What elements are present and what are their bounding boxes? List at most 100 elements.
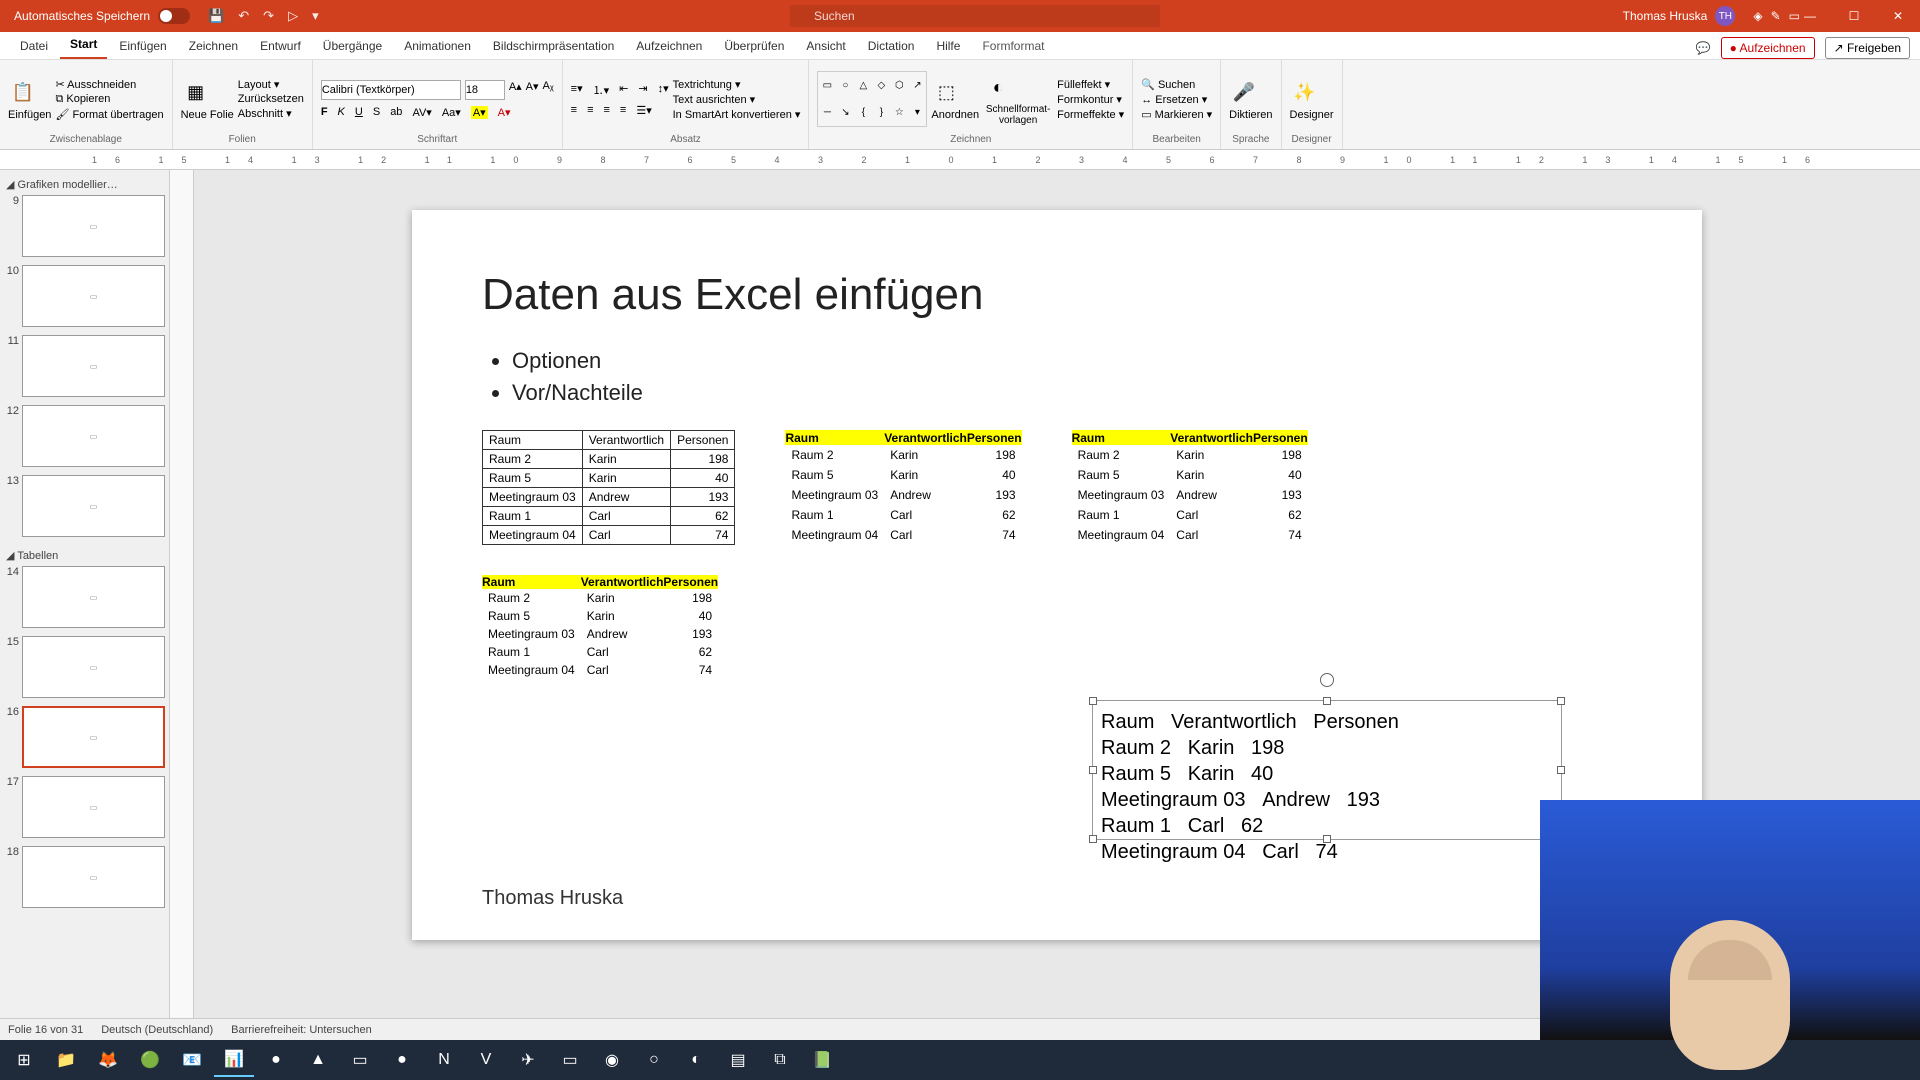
comments-icon[interactable]: 💬 xyxy=(1696,41,1711,55)
resize-handle[interactable] xyxy=(1323,835,1331,843)
slide-thumb-14[interactable]: 14▭ xyxy=(4,566,165,628)
shadow-button[interactable]: ab xyxy=(390,106,402,119)
slide-title[interactable]: Daten aus Excel einfügen xyxy=(482,270,1632,320)
indent-dec-button[interactable]: ⇤ xyxy=(619,82,628,98)
taskbar-app1[interactable]: ● xyxy=(256,1043,296,1077)
user-avatar[interactable]: TH xyxy=(1715,6,1735,26)
table-yellow-3[interactable]: RaumVerantwortlichPersonenRaum 2Karin198… xyxy=(482,575,718,679)
taskbar-outlook[interactable]: 📧 xyxy=(172,1043,212,1077)
autosave-toggle[interactable] xyxy=(158,8,190,24)
clear-format-icon[interactable]: Aᵪ xyxy=(543,80,554,100)
taskbar-vlc[interactable]: ▲ xyxy=(298,1043,338,1077)
tab-einfuegen[interactable]: Einfügen xyxy=(109,33,176,59)
smartart-button[interactable]: In SmartArt konvertieren ▾ xyxy=(673,108,801,121)
linespace-button[interactable]: ↕▾ xyxy=(658,82,669,98)
find-button[interactable]: 🔍 Suchen xyxy=(1141,78,1195,91)
start-show-icon[interactable]: ▷ xyxy=(288,8,298,24)
align-center-button[interactable]: ≡ xyxy=(587,104,593,117)
more-qat-icon[interactable]: ▾ xyxy=(312,8,319,24)
bullet-2[interactable]: Vor/Nachteile xyxy=(512,380,1632,406)
table-bordered[interactable]: RaumVerantwortlichPersonenRaum 2Karin198… xyxy=(482,430,735,545)
fill-button[interactable]: Fülleffekt ▾ xyxy=(1057,78,1110,91)
font-select[interactable] xyxy=(321,80,461,100)
selected-textbox[interactable]: Raum Verantwortlich PersonenRaum 2 Karin… xyxy=(1092,700,1562,840)
maximize-button[interactable]: ☐ xyxy=(1832,0,1876,32)
dictate-label[interactable]: Diktieren xyxy=(1229,109,1272,121)
section-label-1[interactable]: ◢ Grafiken modellier… xyxy=(4,174,165,195)
quickstyle-icon[interactable]: ◐ xyxy=(983,72,1013,102)
taskbar-app8[interactable]: ⧉ xyxy=(760,1043,800,1077)
redo-icon[interactable]: ↷ xyxy=(263,8,274,24)
start-button[interactable]: ⊞ xyxy=(4,1043,44,1077)
slide-thumb-12[interactable]: 12▭ xyxy=(4,405,165,467)
shrink-font-icon[interactable]: A▾ xyxy=(526,80,539,100)
taskbar-excel[interactable]: 📗 xyxy=(802,1043,842,1077)
table-yellow-1[interactable]: RaumVerantwortlichPersonenRaum 2Karin198… xyxy=(785,430,1021,545)
resize-handle[interactable] xyxy=(1323,697,1331,705)
indent-inc-button[interactable]: ⇥ xyxy=(638,82,647,98)
fontcolor-button[interactable]: A▾ xyxy=(498,106,511,119)
format-painter-button[interactable]: 🖌 Format übertragen xyxy=(55,108,163,121)
numbering-button[interactable]: ⒈▾ xyxy=(593,82,610,98)
taskbar-app2[interactable]: ▭ xyxy=(340,1043,380,1077)
close-button[interactable]: ✕ xyxy=(1876,0,1920,32)
designer-label[interactable]: Designer xyxy=(1290,109,1334,121)
layout-button[interactable]: Layout ▾ xyxy=(238,78,280,91)
taskbar-app7[interactable]: ▤ xyxy=(718,1043,758,1077)
slide-thumb-11[interactable]: 11▭ xyxy=(4,335,165,397)
diamond-icon[interactable]: ◈ xyxy=(1753,9,1762,23)
table-yellow-2[interactable]: RaumVerantwortlichPersonenRaum 2Karin198… xyxy=(1072,430,1308,545)
slide-thumb-18[interactable]: 18▭ xyxy=(4,846,165,908)
effects-button[interactable]: Formeffekte ▾ xyxy=(1057,108,1124,121)
tab-ansicht[interactable]: Ansicht xyxy=(796,33,855,59)
paste-label[interactable]: Einfügen xyxy=(8,109,51,121)
strike-button[interactable]: S xyxy=(373,106,380,119)
taskbar-obs[interactable]: ◉ xyxy=(592,1043,632,1077)
underline-button[interactable]: U xyxy=(355,106,363,119)
minimize-button[interactable]: — xyxy=(1788,0,1832,32)
slide-counter[interactable]: Folie 16 von 31 xyxy=(8,1024,83,1036)
tab-uebergaenge[interactable]: Übergänge xyxy=(313,33,392,59)
textalign-button[interactable]: Text ausrichten ▾ xyxy=(673,93,756,106)
tab-hilfe[interactable]: Hilfe xyxy=(926,33,970,59)
taskbar-app5[interactable]: ○ xyxy=(634,1043,674,1077)
tab-datei[interactable]: Datei xyxy=(10,33,58,59)
size-select[interactable] xyxy=(465,80,505,100)
shapes-gallery[interactable]: ▭○△◇⬡↗─↘{}☆▾ xyxy=(817,71,927,127)
section-label-2[interactable]: ◢ Tabellen xyxy=(4,545,165,566)
taskbar-app3[interactable]: ● xyxy=(382,1043,422,1077)
align-left-button[interactable]: ≡ xyxy=(571,104,577,117)
taskbar-app4[interactable]: ▭ xyxy=(550,1043,590,1077)
save-icon[interactable]: 💾 xyxy=(208,8,224,24)
align-right-button[interactable]: ≡ xyxy=(604,104,610,117)
designer-icon[interactable]: ✨ xyxy=(1290,77,1320,107)
tab-formformat[interactable]: Formformat xyxy=(972,33,1054,59)
resize-handle[interactable] xyxy=(1557,766,1565,774)
slide-thumb-13[interactable]: 13▭ xyxy=(4,475,165,537)
resize-handle[interactable] xyxy=(1089,697,1097,705)
rotate-handle[interactable] xyxy=(1320,673,1334,687)
tab-dictation[interactable]: Dictation xyxy=(858,33,925,59)
replace-button[interactable]: ↔ Ersetzen ▾ xyxy=(1141,93,1207,106)
tab-entwurf[interactable]: Entwurf xyxy=(250,33,311,59)
align-justify-button[interactable]: ≡ xyxy=(620,104,626,117)
paste-icon[interactable]: 📋 xyxy=(8,77,38,107)
taskbar-chrome[interactable]: 🟢 xyxy=(130,1043,170,1077)
case-button[interactable]: Aa▾ xyxy=(442,106,461,119)
search-input[interactable] xyxy=(790,5,1160,27)
italic-button[interactable]: K xyxy=(338,106,345,119)
slide-thumb-17[interactable]: 17▭ xyxy=(4,776,165,838)
tab-start[interactable]: Start xyxy=(60,31,107,59)
user-name[interactable]: Thomas Hruska xyxy=(1623,9,1708,23)
outline-button[interactable]: Formkontur ▾ xyxy=(1057,93,1122,106)
tab-animationen[interactable]: Animationen xyxy=(394,33,481,59)
spacing-button[interactable]: AV▾ xyxy=(412,106,431,119)
tab-bildschirm[interactable]: Bildschirmpräsentation xyxy=(483,33,624,59)
taskbar-onenote[interactable]: N xyxy=(424,1043,464,1077)
accessibility-status[interactable]: Barrierefreiheit: Untersuchen xyxy=(231,1024,372,1036)
undo-icon[interactable]: ↶ xyxy=(238,8,249,24)
reset-button[interactable]: Zurücksetzen xyxy=(238,93,304,105)
taskbar-visio[interactable]: V xyxy=(466,1043,506,1077)
pen-icon[interactable]: ✎ xyxy=(1771,9,1781,23)
arrange-icon[interactable]: ⬚ xyxy=(931,77,961,107)
